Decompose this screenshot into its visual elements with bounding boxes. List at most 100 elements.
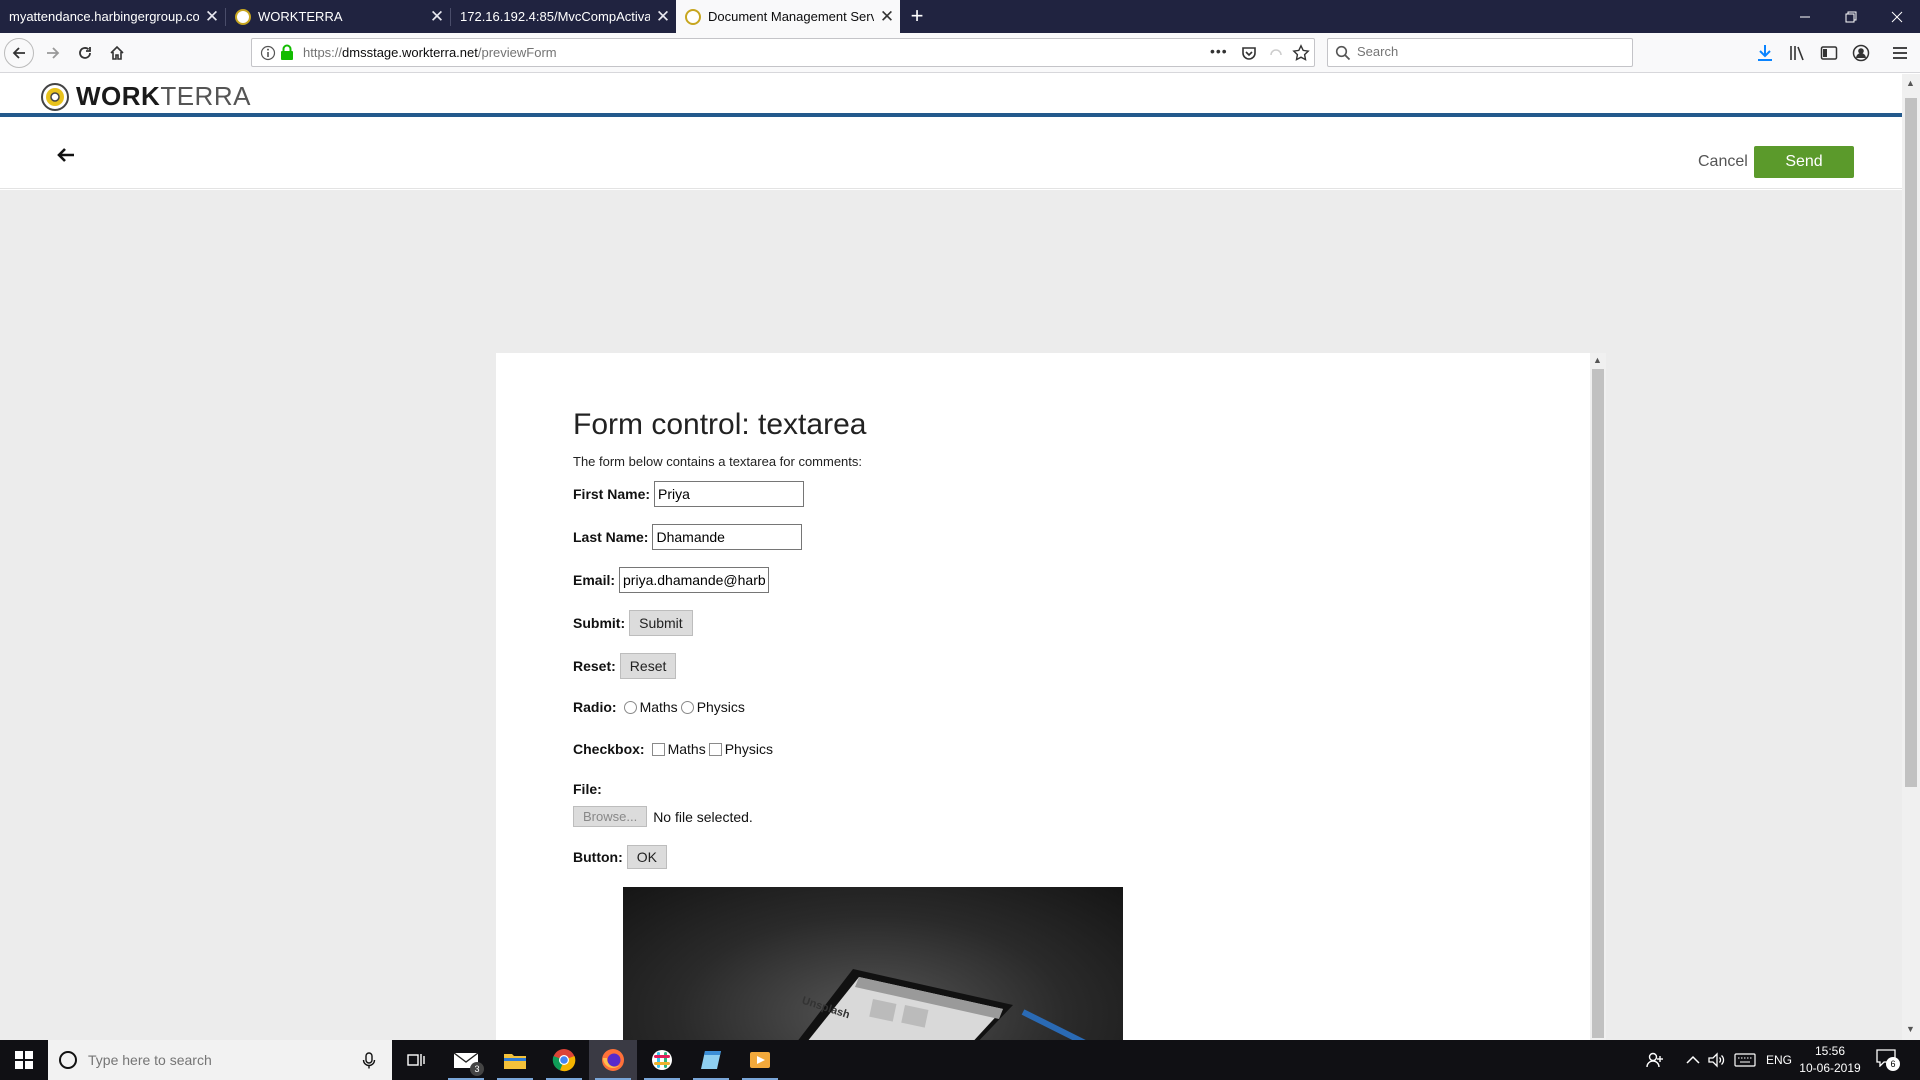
tab-workterra[interactable]: WORKTERRA ✕ [226, 0, 450, 33]
checkbox-row: Checkbox: Maths Physics [573, 741, 773, 757]
reload-button[interactable] [70, 38, 100, 68]
arrow-right-icon [47, 47, 60, 59]
reset-button[interactable]: Reset [619, 653, 677, 679]
radio-maths[interactable] [623, 700, 637, 714]
minimize-button[interactable] [1782, 0, 1828, 33]
taskbar-slack[interactable] [638, 1040, 686, 1080]
forward-button[interactable] [38, 38, 68, 68]
tab-myattendance[interactable]: myattendance.harbingergroup.com ✕ [0, 0, 225, 33]
restore-button[interactable] [1828, 0, 1874, 33]
checkbox-physics[interactable] [708, 742, 722, 756]
last-name-field[interactable] [652, 524, 803, 550]
clock-time: 15:56 [1814, 1044, 1846, 1058]
restore-icon [1845, 11, 1857, 22]
volume-icon[interactable] [1707, 1051, 1725, 1069]
first-name-field[interactable] [654, 481, 805, 507]
window-close-button[interactable] [1874, 0, 1920, 33]
people-icon[interactable] [1646, 1051, 1664, 1069]
send-button[interactable]: Send [1754, 146, 1854, 178]
file-label: File: [573, 781, 602, 797]
library-icon[interactable] [1788, 44, 1806, 62]
tab-title: 172.16.192.4:85/MvcCompActivate [460, 9, 650, 24]
back-button[interactable] [4, 38, 34, 68]
url-path: /previewForm [477, 45, 557, 60]
workterra-favicon-icon [235, 8, 251, 25]
browser-tab-strip: myattendance.harbingergroup.com ✕ WORKTE… [0, 0, 1920, 33]
close-icon[interactable]: ✕ [424, 7, 450, 27]
close-icon[interactable]: ✕ [650, 7, 676, 27]
info-icon[interactable] [260, 45, 276, 61]
clock[interactable]: 15:56 10-06-2019 [1798, 1043, 1862, 1077]
checkbox-maths[interactable] [651, 742, 665, 756]
firefox-icon [602, 1049, 624, 1071]
ok-button[interactable]: OK [626, 845, 667, 869]
microphone-icon[interactable] [362, 1052, 376, 1070]
tab-title: myattendance.harbingergroup.com [9, 9, 199, 24]
tab-title: Document Management Servic [708, 9, 874, 24]
form-title: Form control: textarea [573, 408, 867, 441]
submit-row: Submit: Submit [573, 610, 693, 636]
taskbar-media-player[interactable] [736, 1040, 784, 1080]
task-view-icon [407, 1054, 425, 1066]
back-arrow-icon[interactable] [56, 147, 76, 163]
taskbar-search-input[interactable] [88, 1052, 348, 1068]
url-bar[interactable]: https://dmsstage.workterra.net/previewFo… [251, 38, 1315, 67]
tab-document-management[interactable]: Document Management Servic ✕ [676, 0, 900, 33]
preview-scrollbar[interactable]: ▲ [1590, 353, 1606, 1040]
pocket-icon[interactable] [1241, 45, 1257, 61]
start-button[interactable] [0, 1040, 48, 1080]
clock-date: 10-06-2019 [1799, 1061, 1861, 1075]
checkbox-maths-label: Maths [667, 741, 706, 757]
search-bar[interactable] [1327, 38, 1633, 67]
checkbox-label: Checkbox: [573, 741, 645, 757]
page-actions-button[interactable]: ••• [1210, 43, 1228, 59]
logo-text-bold: WORK [76, 81, 161, 111]
close-icon [1891, 11, 1903, 22]
tab-mvccompactivate[interactable]: 172.16.192.4:85/MvcCompActivate ✕ [451, 0, 676, 33]
workterra-logo-icon [41, 82, 69, 111]
email-field[interactable] [619, 567, 770, 593]
url-text[interactable]: https://dmsstage.workterra.net/previewFo… [303, 45, 557, 60]
keyboard-icon[interactable] [1734, 1053, 1756, 1067]
scroll-down-icon[interactable]: ▼ [1906, 1024, 1915, 1034]
button-label: Button: [573, 849, 623, 865]
new-tab-button[interactable]: + [904, 3, 930, 29]
close-icon[interactable]: ✕ [874, 7, 900, 27]
account-icon[interactable] [1852, 44, 1870, 62]
chrome-icon [552, 1049, 576, 1072]
preview-scrollbar-thumb[interactable] [1592, 369, 1604, 1038]
radio-physics[interactable] [680, 700, 694, 714]
browse-button[interactable]: Browse... [573, 806, 648, 827]
chevron-up-icon[interactable] [1686, 1054, 1700, 1066]
taskbar-notepad[interactable] [687, 1040, 735, 1080]
workterra-logo[interactable]: WORK TERRA [40, 81, 251, 112]
star-icon[interactable] [1292, 44, 1310, 62]
task-view-button[interactable] [392, 1040, 440, 1080]
taskbar-firefox[interactable] [589, 1040, 637, 1080]
taskbar-search-box[interactable] [48, 1040, 392, 1080]
preview-scroll-up-icon[interactable]: ▲ [1593, 355, 1602, 365]
app-header: WORK TERRA [0, 74, 1902, 117]
notepad-icon [701, 1051, 721, 1069]
taskbar-chrome[interactable] [540, 1040, 588, 1080]
home-button[interactable] [102, 38, 132, 68]
taskbar-mail[interactable]: 3 [442, 1040, 490, 1080]
action-bar: Cancel Send [0, 117, 1902, 189]
page-scrollbar-thumb[interactable] [1905, 98, 1917, 787]
cancel-button[interactable]: Cancel [1698, 153, 1748, 171]
folder-icon [504, 1054, 526, 1069]
close-icon[interactable]: ✕ [199, 7, 225, 27]
search-input[interactable] [1357, 44, 1617, 59]
language-indicator[interactable]: ENG [1766, 1053, 1792, 1067]
email-row: Email: [573, 567, 770, 593]
sidebar-icon[interactable] [1820, 44, 1838, 62]
radio-physics-label: Physics [696, 699, 745, 715]
scroll-up-icon[interactable]: ▲ [1906, 78, 1915, 88]
download-icon[interactable] [1756, 44, 1774, 62]
action-center-button[interactable]: 6 [1876, 1049, 1900, 1071]
submit-button[interactable]: Submit [629, 610, 693, 636]
taskbar-file-explorer[interactable] [491, 1040, 539, 1080]
page-scrollbar[interactable]: ▲ ▼ [1902, 74, 1920, 1040]
menu-icon[interactable] [1892, 45, 1908, 61]
file-status: No file selected. [653, 808, 753, 825]
